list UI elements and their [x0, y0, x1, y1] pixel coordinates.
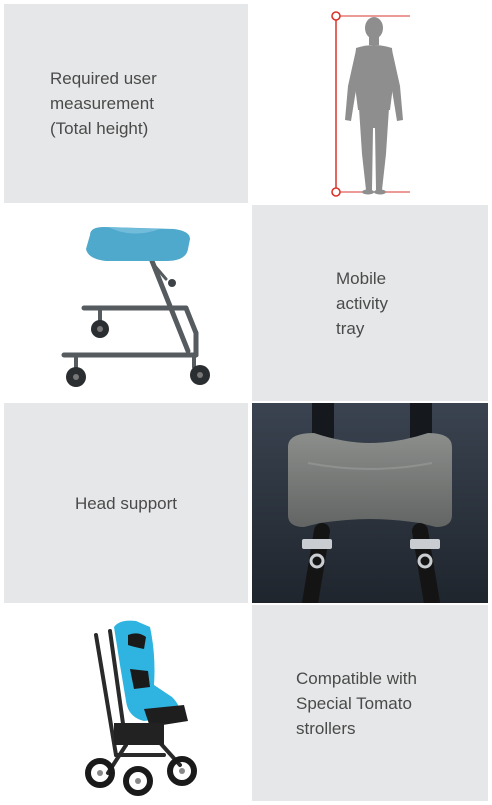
activity-tray-illustration: [61, 227, 210, 387]
human-figure-icon: [345, 17, 403, 195]
stroller-seat: [114, 620, 180, 721]
measurement-image-cell: [252, 4, 488, 203]
measurement-text-cell: Required user measurement (Total height): [4, 4, 248, 203]
head-support-illustration: [252, 403, 488, 603]
head-support-text-cell: Head support: [4, 403, 248, 603]
stroller-illustration: [85, 620, 197, 796]
head-support-image-cell: [252, 403, 488, 603]
measurement-label: Required user measurement (Total height): [50, 69, 157, 138]
tray-image-cell: [4, 205, 248, 401]
strollers-label: Compatible with Special Tomato strollers: [296, 668, 417, 738]
tray-frame: [61, 258, 199, 369]
head-support-label: Head support: [74, 493, 178, 513]
head-support-pad: [288, 433, 452, 527]
height-measure-illustration: [331, 11, 410, 197]
feature-grid: Required user measurement (Total height): [4, 4, 488, 801]
stroller-basket: [114, 723, 164, 745]
stroller-image-cell: [4, 605, 248, 801]
strollers-text-cell: Compatible with Special Tomato strollers: [252, 605, 488, 801]
tray-text-cell: Mobile activity tray: [252, 205, 488, 401]
tray-label: Mobile activity tray: [336, 268, 388, 338]
adjust-knob: [168, 279, 176, 287]
